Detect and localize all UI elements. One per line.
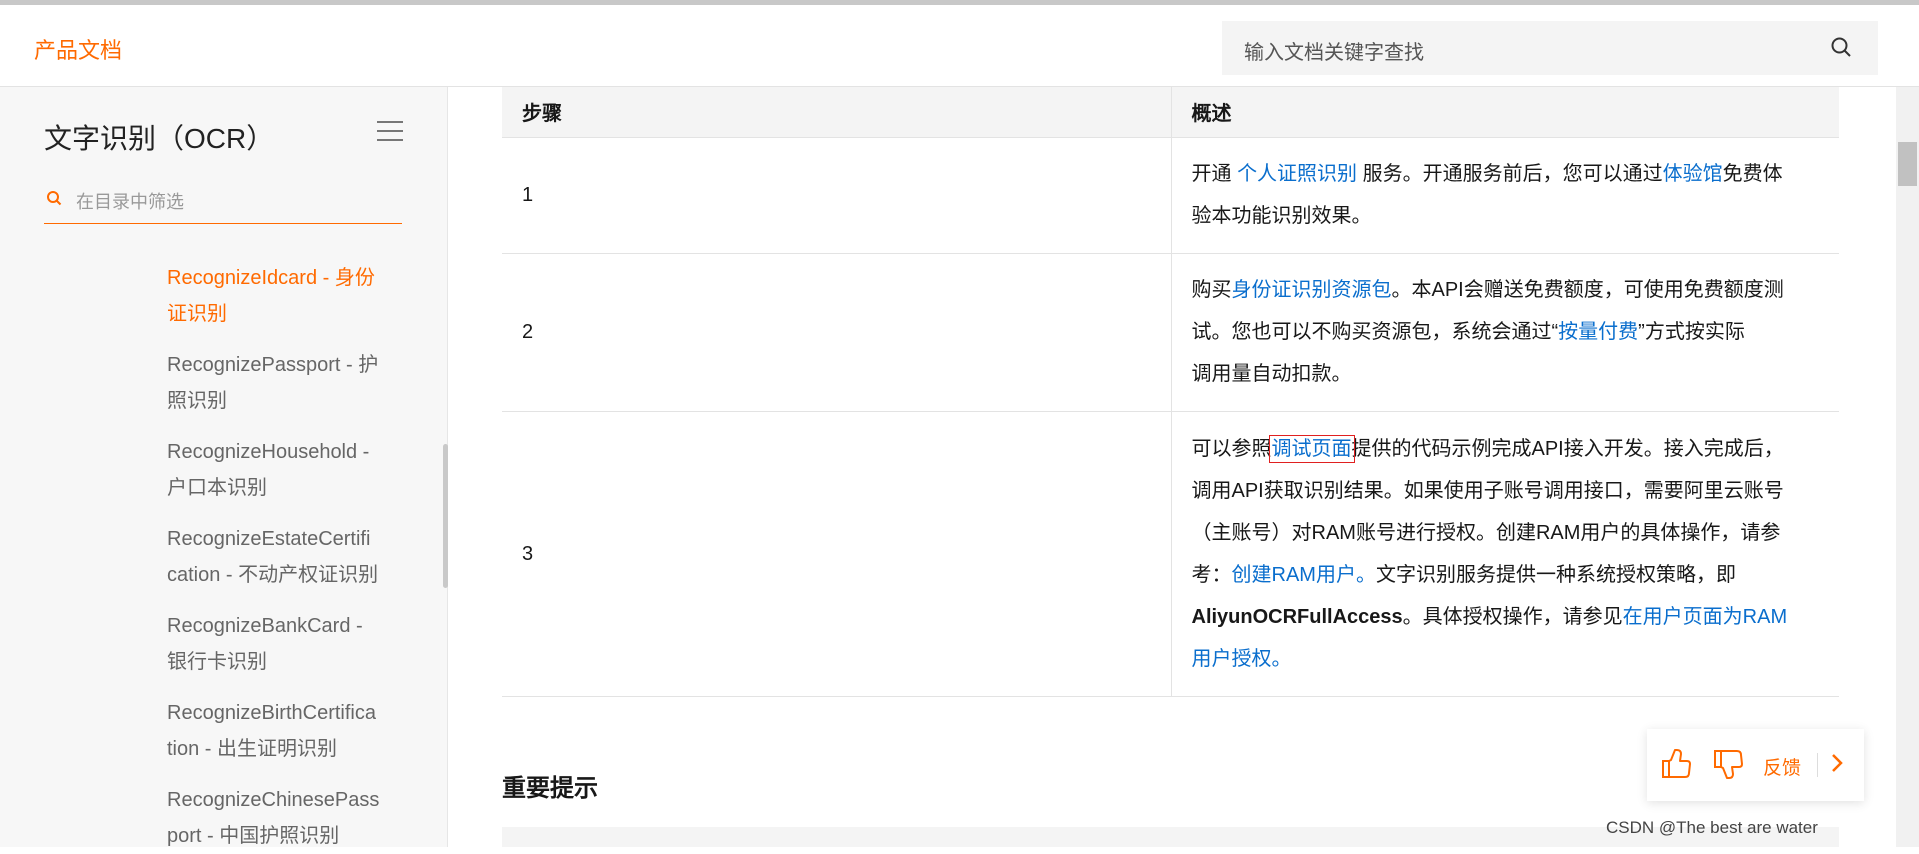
description-text: 购买 <box>1191 279 1232 301</box>
doc-search-box[interactable]: 输入文档关键字查找 <box>1222 21 1878 75</box>
chevron-right-icon[interactable] <box>1829 751 1845 780</box>
feedback-widget: 反馈 <box>1647 729 1864 801</box>
thumbs-up-icon[interactable] <box>1661 747 1693 786</box>
description-text: 调用API获取识别结果。如果使用子账号调用接口，需要阿里云账号 <box>1191 479 1784 502</box>
sidebar-item-recognize-bank-card[interactable]: RecognizeBankCard - 银行卡识别 <box>167 608 399 680</box>
description-text: 文字识别服务提供一种系统授权策略，即 <box>1375 563 1736 586</box>
page-scrollbar-thumb[interactable] <box>1898 142 1917 186</box>
watermark-text: CSDN @The best are water <box>1606 818 1818 837</box>
description-text: 。本API会赠送免费额度，可使用免费额度测 <box>1391 279 1784 301</box>
sidebar-item-label: 户口本识别 <box>167 477 267 499</box>
sidebar-item-recognize-birth-certification[interactable]: RecognizeBirthCertifica tion - 出生证明识别 <box>167 695 399 767</box>
catalog-filter-input[interactable]: 在目录中筛选 <box>76 188 184 214</box>
search-icon[interactable] <box>1830 36 1852 63</box>
description-text: 试。您也可以不购买资源包，系统会通过“ <box>1191 321 1559 343</box>
description-text: （主账号）对RAM账号进行授权。创建RAM用户的具体操作，请参 <box>1191 521 1781 544</box>
debug-page-link[interactable]: 调试页面 <box>1268 434 1355 463</box>
sidebar-item-label: RecognizeEstateCertifi <box>167 528 371 550</box>
important-notice-title: 重要提示 <box>502 775 598 802</box>
step-description: 开通 个人证照识别 服务。开通服务前后，您可以通过体验馆免费体验本功能识别效果。 <box>1171 137 1839 254</box>
sidebar-item-label: RecognizeHousehold - <box>167 441 370 463</box>
description-text: 验本功能识别效果。 <box>1191 205 1372 227</box>
personal-id-service-link[interactable]: 个人证照识别 <box>1237 163 1357 185</box>
thumbs-down-icon[interactable] <box>1713 747 1745 786</box>
policy-name: AliyunOCRFullAccess <box>1191 605 1403 628</box>
idcard-resource-pack-link[interactable]: 身份证识别资源包 <box>1232 279 1392 301</box>
steps-table: 步骤 概述 1 开通 个人证照识别 服务。开通服务前后，您可以通过体验馆免费体验… <box>502 87 1839 697</box>
sidebar-item-recognize-chinese-passport[interactable]: RecognizeChinesePass port - 中国护照识别 <box>167 782 399 854</box>
sidebar-item-label: port - 中国护照识别 <box>167 825 340 847</box>
description-text: 。具体授权操作，请参见 <box>1402 605 1623 628</box>
brand-link[interactable]: 产品文档 <box>34 33 122 65</box>
sidebar-item-label: 银行卡识别 <box>167 651 267 673</box>
feedback-button[interactable]: 反馈 <box>1763 753 1801 780</box>
description-text: 可以参照 <box>1191 437 1272 460</box>
experience-hall-link[interactable]: 体验馆 <box>1663 163 1723 185</box>
authorize-ram-user-link[interactable]: 用户授权。 <box>1192 648 1292 670</box>
description-text: 服务。开通服务前后，您可以通过 <box>1357 163 1663 185</box>
description-text: 提供的代码示例完成API接入开发。接入完成后， <box>1351 437 1784 460</box>
description-text: 考： <box>1191 563 1232 586</box>
column-header-step: 步骤 <box>502 87 1172 138</box>
description-text: 免费体 <box>1722 163 1783 185</box>
sidebar-item-recognize-household[interactable]: RecognizeHousehold - 户口本识别 <box>167 434 399 506</box>
sidebar-item-label: RecognizeBirthCertifica <box>167 702 376 724</box>
step-number: 1 <box>502 137 1172 254</box>
sidebar-item-label: RecognizeBankCard - <box>167 615 363 637</box>
table-header-row: 步骤 概述 <box>502 87 1839 138</box>
sidebar-item-recognize-estate-certification[interactable]: RecognizeEstateCertifi cation - 不动产权证识别 <box>167 521 399 593</box>
table-row: 1 开通 个人证照识别 服务。开通服务前后，您可以通过体验馆免费体验本功能识别效… <box>502 137 1839 254</box>
doc-search-input[interactable]: 输入文档关键字查找 <box>1244 36 1424 65</box>
menu-icon[interactable] <box>377 120 403 147</box>
authorize-ram-user-link[interactable]: 在用户页面为RAM <box>1623 606 1787 628</box>
sidebar-item-label: RecognizeChinesePass <box>167 789 380 811</box>
description-text: 开通 <box>1191 163 1238 185</box>
pay-as-you-go-link[interactable]: 按量付费 <box>1558 321 1638 343</box>
sidebar-item-label: RecognizeIdcard - 身份 <box>167 267 375 289</box>
divider <box>1817 753 1818 777</box>
step-number: 3 <box>502 411 1172 697</box>
description-text: 调用量自动扣款。 <box>1191 363 1352 385</box>
table-row: 3 可以参照调试页面提供的代码示例完成API接入开发。接入完成后， 调用API获取… <box>502 411 1839 697</box>
page-scrollbar-track[interactable] <box>1896 87 1919 847</box>
sidebar-title: 文字识别（OCR） <box>44 123 275 154</box>
sidebar-item-recognize-idcard[interactable]: RecognizeIdcard - 身份 证识别 <box>167 260 399 332</box>
sidebar-item-label: 证识别 <box>167 303 227 325</box>
table-row: 2 购买身份证识别资源包。本API会赠送免费额度，可使用免费额度测试。您也可以不… <box>502 253 1839 412</box>
catalog-filter[interactable]: 在目录中筛选 <box>44 182 402 224</box>
step-description: 购买身份证识别资源包。本API会赠送免费额度，可使用免费额度测试。您也可以不购买… <box>1171 253 1839 412</box>
sidebar-item-label: cation - 不动产权证识别 <box>167 564 379 586</box>
step-number: 2 <box>502 253 1172 412</box>
sidebar-scrollbar[interactable] <box>443 444 448 588</box>
sidebar-item-label: RecognizePassport - 护 <box>167 354 379 376</box>
search-icon <box>46 190 62 211</box>
top-header: 产品文档 输入文档关键字查找 <box>0 5 1919 87</box>
doc-sidebar: 文字识别（OCR） 在目录中筛选 RecognizeIdcard - 身份 证识… <box>0 87 448 847</box>
step-description: 可以参照调试页面提供的代码示例完成API接入开发。接入完成后， 调用API获取识别… <box>1171 411 1839 697</box>
description-text: ”方式按实际 <box>1638 321 1745 343</box>
column-header-overview: 概述 <box>1171 87 1839 138</box>
create-ram-user-link[interactable]: 创建RAM用户。 <box>1232 564 1376 586</box>
sidebar-item-label: 照识别 <box>167 390 227 412</box>
sidebar-item-recognize-passport[interactable]: RecognizePassport - 护 照识别 <box>167 347 399 419</box>
sidebar-item-label: tion - 出生证明识别 <box>167 738 338 760</box>
